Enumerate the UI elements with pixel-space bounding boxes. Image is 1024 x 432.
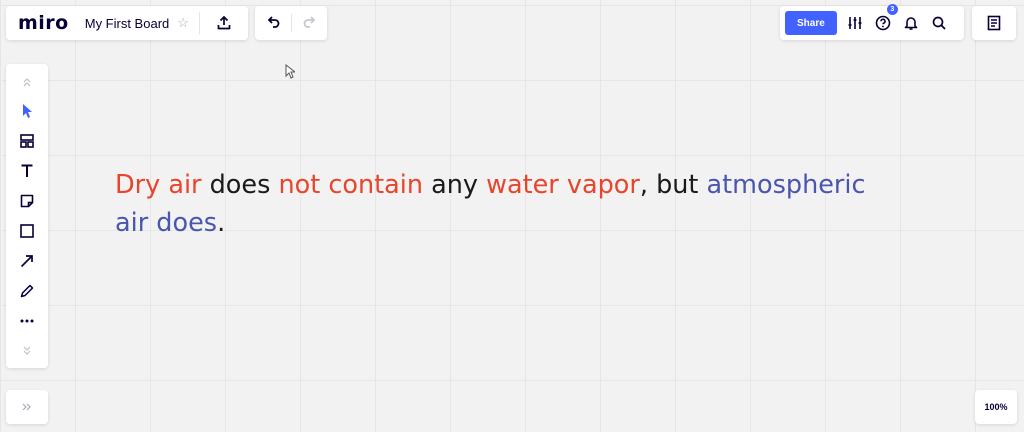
- collapse-up-icon[interactable]: [13, 69, 41, 95]
- canvas-text-block[interactable]: Dry air does not contain any water vapor…: [115, 166, 875, 242]
- text-segment-dry-air: Dry air: [115, 170, 202, 200]
- history-controls: [255, 6, 327, 40]
- collaboration-bar: Share 3: [780, 4, 964, 40]
- text-segment: , but: [639, 170, 707, 200]
- creation-toolbar: [6, 64, 48, 368]
- notes-icon[interactable]: [980, 9, 1008, 37]
- templates-icon[interactable]: [13, 128, 41, 154]
- board-name[interactable]: My First Board: [85, 16, 170, 31]
- pen-icon[interactable]: [13, 278, 41, 304]
- text-segment: does: [201, 170, 279, 200]
- divider: [291, 14, 292, 32]
- help-icon[interactable]: 3: [869, 4, 898, 37]
- search-icon[interactable]: [925, 9, 953, 37]
- sliders-icon[interactable]: [841, 9, 869, 37]
- text-segment: any: [423, 170, 487, 200]
- text-icon[interactable]: [13, 158, 41, 184]
- star-icon[interactable]: ☆: [177, 15, 189, 31]
- redo-icon[interactable]: [296, 9, 324, 37]
- shape-icon[interactable]: [13, 218, 41, 244]
- notes-panel: [972, 6, 1016, 40]
- mouse-cursor-icon: [285, 63, 297, 84]
- upload-icon[interactable]: [210, 9, 238, 37]
- undo-icon[interactable]: [259, 9, 287, 37]
- text-segment-water-vapor: water vapor: [486, 170, 640, 200]
- text-segment-period: .: [217, 208, 226, 238]
- expand-panel: [6, 390, 48, 424]
- share-button[interactable]: Share: [785, 11, 837, 35]
- arrow-icon[interactable]: [13, 248, 41, 274]
- miro-logo[interactable]: miro: [18, 12, 69, 34]
- text-segment-not-contain: not contain: [278, 170, 424, 200]
- notification-count-badge: 3: [886, 4, 898, 15]
- divider: [198, 12, 200, 34]
- double-chevron-right-icon[interactable]: [13, 393, 41, 421]
- collapse-down-icon[interactable]: [13, 338, 41, 364]
- zoom-level[interactable]: 100%: [984, 402, 1007, 412]
- more-icon[interactable]: [13, 308, 41, 334]
- select-cursor-icon[interactable]: [13, 98, 41, 124]
- sticky-note-icon[interactable]: [13, 188, 41, 214]
- board-header: miro My First Board ☆: [6, 6, 248, 40]
- zoom-panel: 100%: [975, 390, 1017, 424]
- bell-icon[interactable]: [897, 9, 925, 37]
